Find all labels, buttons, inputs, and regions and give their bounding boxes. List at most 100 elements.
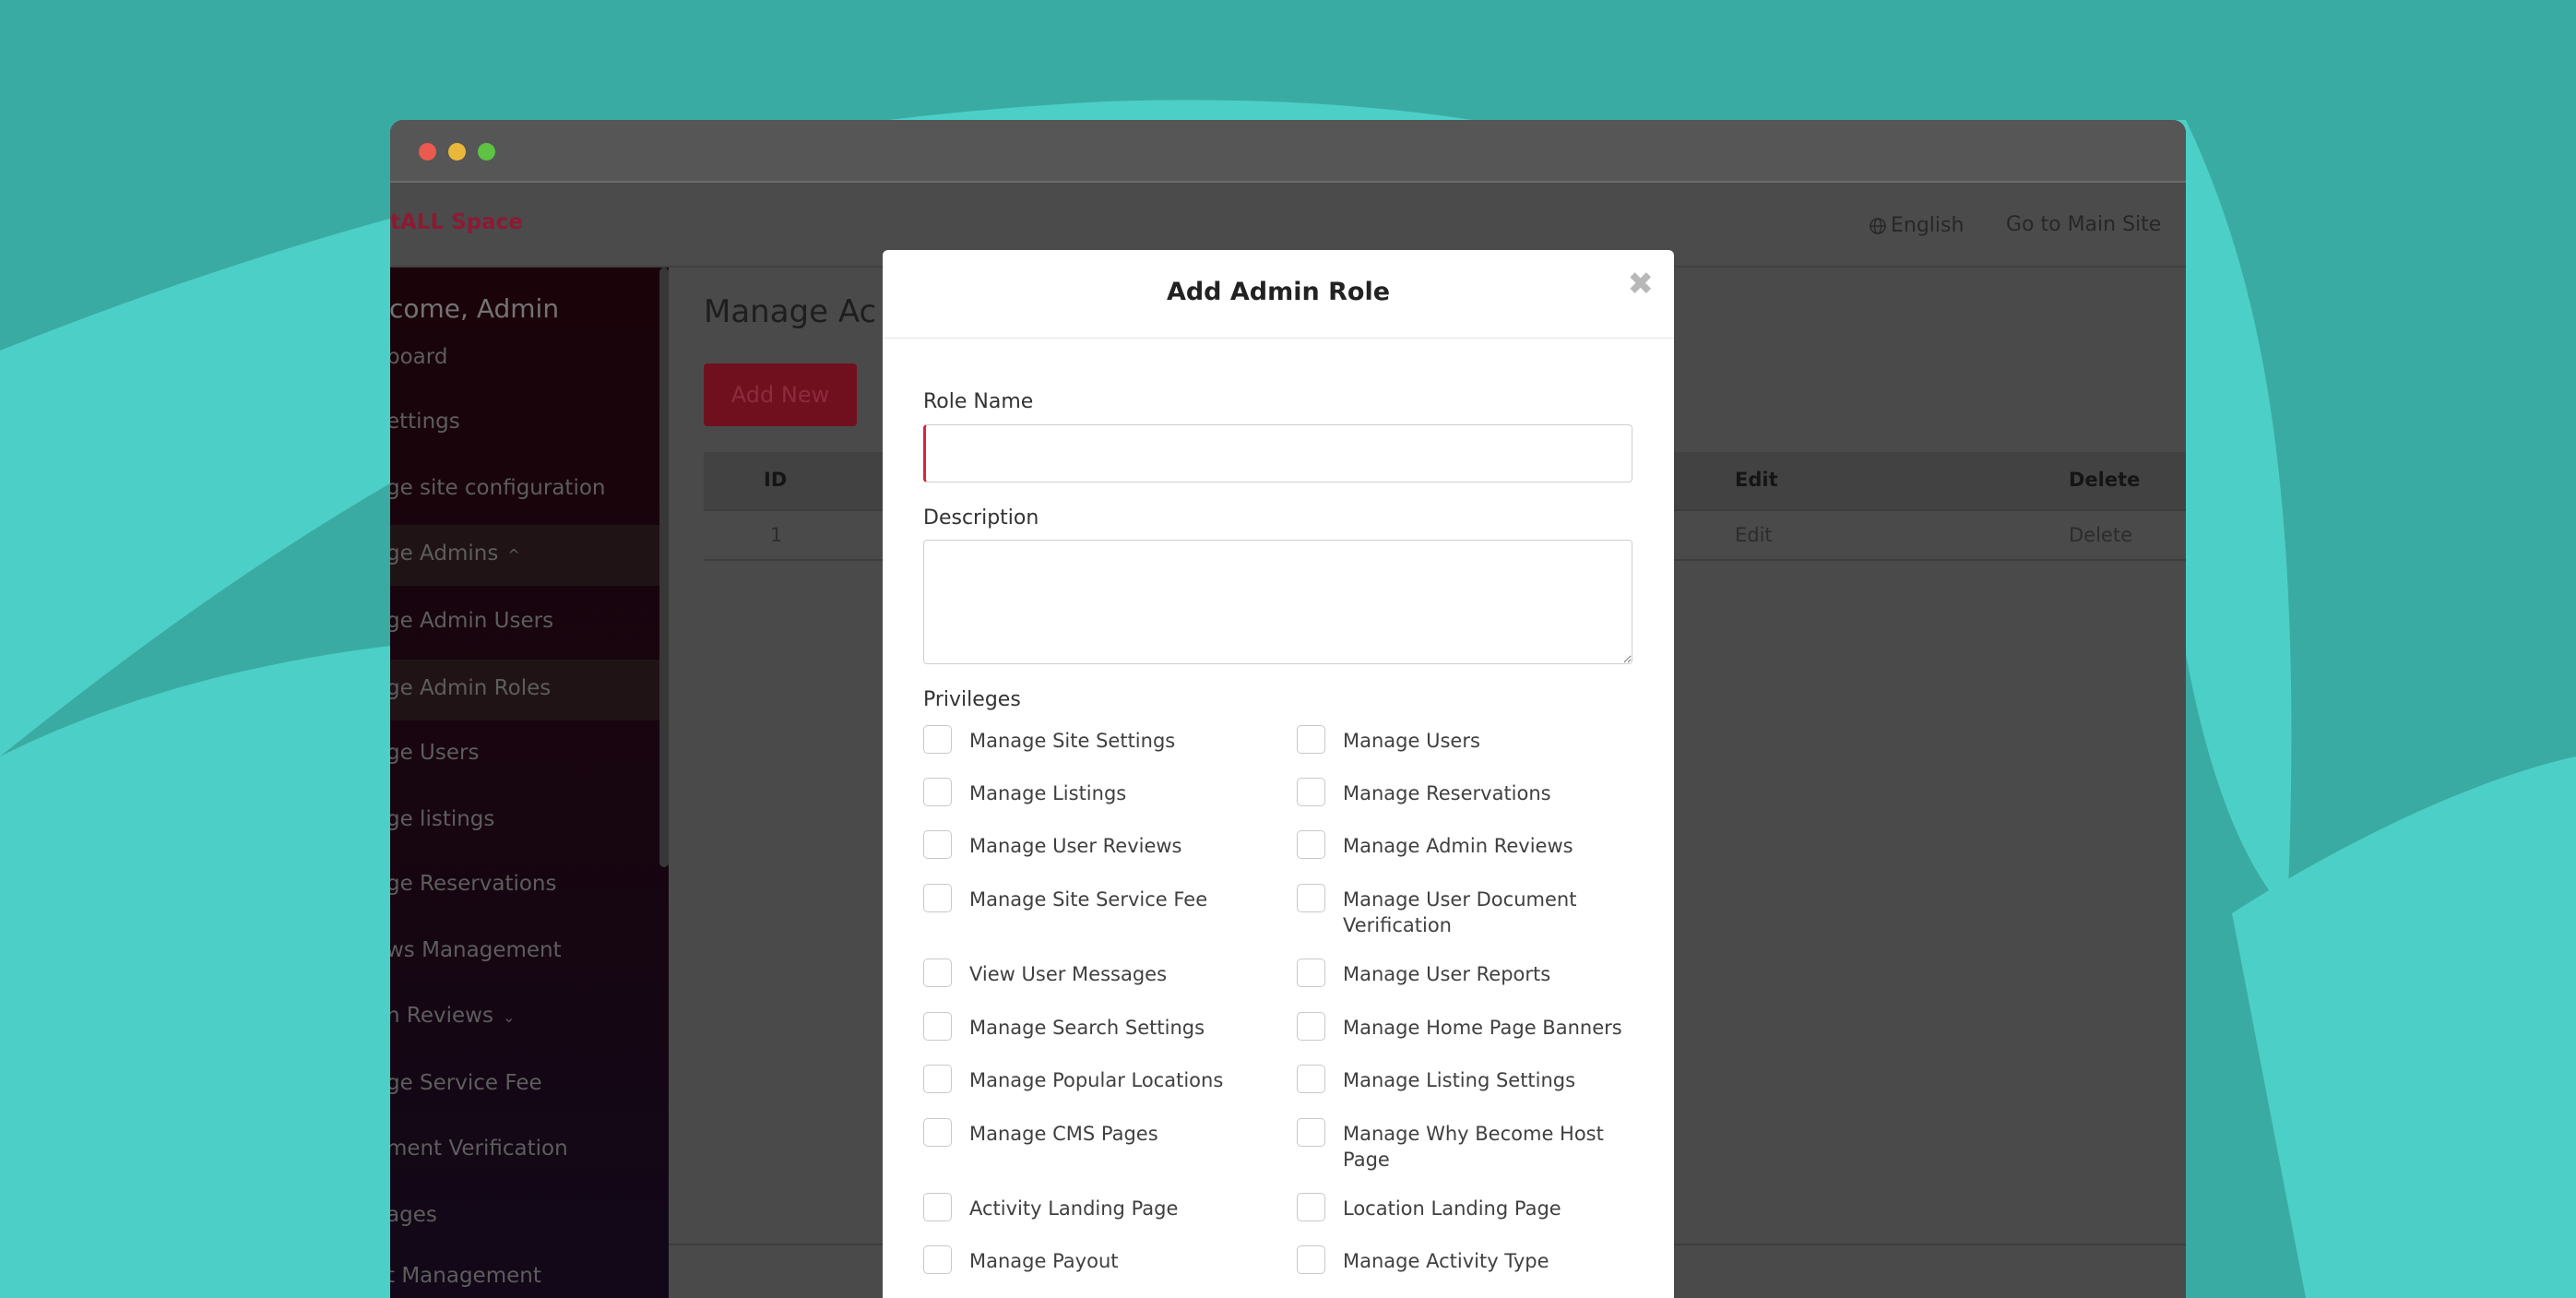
sidebar-item[interactable]: ment Verification xyxy=(390,1120,659,1181)
privilege-checkbox[interactable] xyxy=(1297,1118,1325,1147)
sidebar-item[interactable]: ge Reservations xyxy=(390,855,659,916)
privilege-checkbox[interactable] xyxy=(923,1245,952,1274)
sidebar-item[interactable]: ages xyxy=(390,1186,659,1247)
sidebar-item-label: ge Admin Users xyxy=(390,609,554,633)
privilege-checkbox[interactable] xyxy=(1297,725,1325,754)
privilege-checkbox[interactable] xyxy=(923,1012,952,1041)
privilege-checkbox[interactable] xyxy=(923,778,952,806)
sidebar-item-label: ws Management xyxy=(390,938,562,962)
add-new-button[interactable]: Add New xyxy=(704,363,857,426)
privilege-label: Manage Why Become Host Page xyxy=(1343,1123,1604,1171)
sidebar-item[interactable]: t Management xyxy=(390,1247,659,1298)
privilege-label: Manage Admin Reviews xyxy=(1343,835,1573,857)
privilege-checkbox[interactable] xyxy=(1297,1065,1325,1093)
sidebar-item[interactable]: ge Admin Users xyxy=(390,592,659,653)
column-header-edit: Edit xyxy=(1735,469,1778,491)
privilege-label: Manage Listings xyxy=(969,782,1127,804)
sidebar-item-label: ages xyxy=(390,1203,437,1227)
sidebar-item-label: ge Users xyxy=(390,741,480,765)
privilege-checkbox[interactable] xyxy=(923,1065,952,1093)
privilege-label: Activity Landing Page xyxy=(969,1197,1179,1220)
sidebar-item-label: ettings xyxy=(390,410,460,434)
privilege-label: Manage Users xyxy=(1343,730,1480,752)
language-label: English xyxy=(1891,214,1965,237)
sidebar-item-label: ge site configuration xyxy=(390,476,606,500)
privilege-label: Manage Reservations xyxy=(1343,782,1551,804)
privilege-label: Manage Activity Type xyxy=(1343,1250,1549,1272)
sidebar-item[interactable]: board xyxy=(390,328,659,389)
modal-header: Add Admin Role ✖ xyxy=(883,250,1674,339)
role-name-input[interactable] xyxy=(923,424,1632,482)
sidebar-item-label: t Management xyxy=(390,1264,541,1288)
privilege-label: Manage Payout xyxy=(969,1250,1119,1272)
row-id: 1 xyxy=(770,524,783,546)
privilege-checkbox[interactable] xyxy=(923,884,952,912)
privilege-checkbox[interactable] xyxy=(923,1118,952,1147)
chevron-icon: ^ xyxy=(507,546,520,564)
sidebar-item[interactable]: ge Users xyxy=(390,724,659,785)
sidebar-item[interactable]: ge Admins ^ xyxy=(390,525,659,586)
brand-logo-text[interactable]: tALL Space xyxy=(390,210,523,234)
sidebar-item[interactable]: ge listings xyxy=(390,791,659,851)
window-titlebar xyxy=(390,120,2186,183)
sidebar-item[interactable]: ge Admin Roles xyxy=(390,660,659,720)
privilege-checkbox[interactable] xyxy=(1297,1012,1325,1041)
sidebar-item-label: ge Admins ^ xyxy=(390,542,520,566)
sidebar-item-label: ge Admin Roles xyxy=(390,676,552,700)
sidebar-item[interactable]: ettings xyxy=(390,393,659,454)
privilege-checkbox[interactable] xyxy=(923,959,952,987)
description-label: Description xyxy=(923,506,1039,530)
privilege-label: Manage Home Page Banners xyxy=(1343,1017,1622,1039)
privilege-checkbox[interactable] xyxy=(1297,830,1325,859)
sidebar-item[interactable]: ge site configuration xyxy=(390,459,659,520)
page-title: Manage Ac xyxy=(704,293,877,330)
chevron-icon: ⌄ xyxy=(502,1008,516,1026)
privilege-checkbox[interactable] xyxy=(923,725,952,754)
privilege-label: Manage Search Settings xyxy=(969,1017,1205,1039)
sidebar-scrollbar[interactable] xyxy=(659,268,669,867)
privilege-checkbox[interactable] xyxy=(923,1193,952,1221)
sidebar-item[interactable]: n Reviews ⌄ xyxy=(390,987,659,1048)
privilege-checkbox[interactable] xyxy=(1297,959,1325,987)
privilege-label: Manage User Reports xyxy=(1343,963,1551,985)
sidebar-item-label: n Reviews ⌄ xyxy=(390,1004,516,1028)
privileges-label: Privileges xyxy=(923,688,1021,711)
sidebar-item-label: ge Service Fee xyxy=(390,1071,542,1095)
privilege-label: Manage User Reviews xyxy=(969,835,1182,857)
go-to-main-site-link[interactable]: Go to Main Site xyxy=(2006,213,2161,236)
privilege-label: Location Landing Page xyxy=(1343,1197,1561,1220)
privilege-checkbox[interactable] xyxy=(923,830,952,859)
sidebar: elcome, Admin board ettings ge site config… xyxy=(390,268,669,1298)
column-header-id: ID xyxy=(764,469,788,491)
privilege-label: Manage User Document Verification xyxy=(1343,888,1577,936)
sidebar-item-label: ge Reservations xyxy=(390,872,557,896)
row-delete-link[interactable]: Delete xyxy=(2069,524,2132,546)
sidebar-item-label: ment Verification xyxy=(390,1137,568,1161)
privilege-checkbox[interactable] xyxy=(1297,884,1325,912)
close-icon[interactable]: ✖ xyxy=(1628,268,1655,300)
description-textarea[interactable] xyxy=(923,540,1632,664)
window-maximize-dot[interactable] xyxy=(478,143,495,161)
privilege-label: Manage Popular Locations xyxy=(969,1069,1224,1091)
globe-icon xyxy=(1870,217,1886,234)
column-header-delete: Delete xyxy=(2069,469,2141,491)
privilege-label: Manage Site Settings xyxy=(969,730,1176,752)
role-name-label: Role Name xyxy=(923,390,1034,413)
window-close-dot[interactable] xyxy=(419,143,436,161)
sidebar-item[interactable]: ge Service Fee xyxy=(390,1054,659,1115)
privilege-checkbox[interactable] xyxy=(1297,1193,1325,1221)
window-minimize-dot[interactable] xyxy=(448,143,466,161)
privilege-label: Manage Listing Settings xyxy=(1343,1069,1576,1091)
welcome-text: elcome, Admin xyxy=(390,293,560,324)
privilege-checkbox[interactable] xyxy=(1297,778,1325,806)
privilege-label: View User Messages xyxy=(969,963,1168,985)
modal-title: Add Admin Role xyxy=(1166,278,1391,306)
sidebar-item[interactable]: ws Management xyxy=(390,922,659,982)
language-selector[interactable]: English xyxy=(1869,214,1964,237)
privilege-label: Manage CMS Pages xyxy=(969,1123,1158,1145)
privilege-label: Manage Site Service Fee xyxy=(969,888,1208,911)
privilege-checkbox[interactable] xyxy=(1297,1245,1325,1274)
sidebar-item-label: ge listings xyxy=(390,807,495,831)
row-edit-link[interactable]: Edit xyxy=(1735,524,1773,546)
sidebar-item-label: board xyxy=(390,345,448,369)
